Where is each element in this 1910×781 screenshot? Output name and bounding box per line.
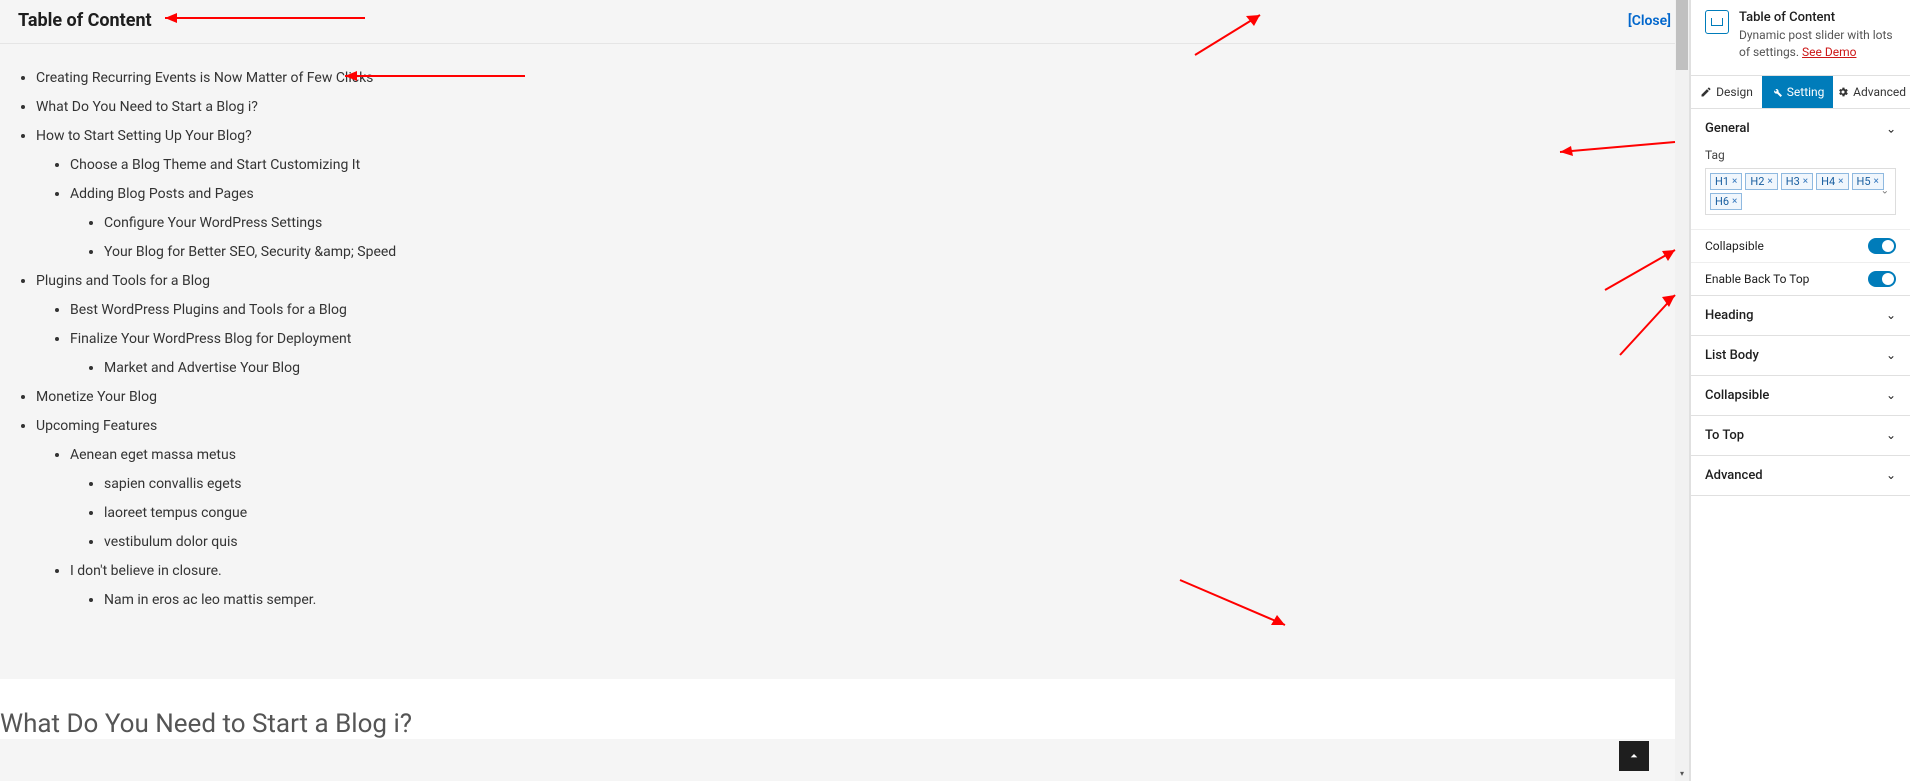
chevron-down-icon: ⌄ — [1886, 308, 1896, 322]
toc-item[interactable]: Best WordPress Plugins and Tools for a B… — [70, 300, 1681, 321]
toc-item[interactable]: Upcoming Features Aenean eget massa metu… — [36, 416, 1681, 611]
toc-list: Creating Recurring Events is Now Matter … — [0, 44, 1689, 639]
backtotop-label: Enable Back To Top — [1705, 272, 1809, 286]
toc-close-button[interactable]: [Close] — [1628, 13, 1671, 29]
panel-totop-toggle[interactable]: To Top⌄ — [1691, 416, 1910, 455]
toc-item[interactable]: sapien convallis egets — [104, 474, 1681, 495]
toc-item[interactable]: laoreet tempus congue — [104, 503, 1681, 524]
toc-item[interactable]: Configure Your WordPress Settings — [104, 213, 1681, 234]
inspector-sidebar: Table of Content Dynamic post slider wit… — [1690, 0, 1910, 781]
post-heading: What Do You Need to Start a Blog i? — [0, 679, 1689, 739]
toc-item[interactable]: I don't believe in closure. Nam in eros … — [70, 561, 1681, 611]
toc-item[interactable]: Adding Blog Posts and Pages Configure Yo… — [70, 184, 1681, 263]
gear-icon — [1837, 86, 1849, 98]
toc-item[interactable]: Plugins and Tools for a Blog Best WordPr… — [36, 271, 1681, 379]
chevron-down-icon: ⌄ — [1886, 348, 1896, 362]
toc-header: Table of Content [Close] — [0, 0, 1689, 44]
toc-item[interactable]: vestibulum dolor quis — [104, 532, 1681, 553]
chevron-down-icon: ⌄ — [1886, 428, 1896, 442]
toc-item[interactable]: Finalize Your WordPress Blog for Deploym… — [70, 329, 1681, 379]
tag-remove[interactable]: × — [1838, 176, 1843, 187]
tag-remove[interactable]: × — [1767, 176, 1772, 187]
tag-remove[interactable]: × — [1732, 196, 1737, 207]
chevron-down-icon: ⌄ — [1881, 186, 1889, 197]
toc-item[interactable]: Aenean eget massa metus sapien convallis… — [70, 445, 1681, 553]
toc-item[interactable]: Choose a Blog Theme and Start Customizin… — [70, 155, 1681, 176]
chevron-down-icon: ⌄ — [1886, 388, 1896, 402]
editor-canvas: Table of Content [Close] Creating Recurr… — [0, 0, 1690, 781]
tag-chip: H1× — [1710, 173, 1742, 190]
scrollbar-thumb[interactable] — [1676, 0, 1688, 70]
tab-setting[interactable]: Setting — [1762, 76, 1833, 108]
toc-item[interactable]: Your Blog for Better SEO, Security &amp;… — [104, 242, 1681, 263]
panel-advanced-toggle[interactable]: Advanced⌄ — [1691, 456, 1910, 495]
inspector-tabs: Design Setting Advanced — [1691, 75, 1910, 109]
toc-item[interactable]: Market and Advertise Your Blog — [104, 358, 1681, 379]
block-description: Dynamic post slider with lots of setting… — [1739, 27, 1896, 61]
collapsible-label: Collapsible — [1705, 239, 1764, 253]
panel-heading-toggle[interactable]: Heading⌄ — [1691, 296, 1910, 335]
toc-item[interactable]: How to Start Setting Up Your Blog? Choos… — [36, 126, 1681, 263]
chevron-down-icon: ⌄ — [1886, 468, 1896, 482]
panel-general-toggle[interactable]: General ⌃ — [1691, 109, 1910, 148]
toc-item[interactable]: Nam in eros ac leo mattis semper. — [104, 590, 1681, 611]
tag-chip: H4× — [1816, 173, 1848, 190]
panel-general: General ⌃ Tag H1× H2× H3× H4× H5× H6× ⌄ … — [1691, 109, 1910, 296]
tag-chip: H6× — [1710, 193, 1742, 210]
block-name: Table of Content — [1739, 10, 1896, 25]
tag-chip: H5× — [1852, 173, 1884, 190]
toc-item[interactable]: What Do You Need to Start a Blog i? — [36, 97, 1681, 118]
tag-field-label: Tag — [1705, 148, 1896, 162]
toc-block-icon — [1705, 10, 1729, 34]
tag-chip: H3× — [1781, 173, 1813, 190]
block-info: Table of Content Dynamic post slider wit… — [1691, 0, 1910, 75]
see-demo-link[interactable]: See Demo — [1802, 45, 1856, 59]
wrench-icon — [1771, 86, 1783, 98]
panel-listbody-toggle[interactable]: List Body⌄ — [1691, 336, 1910, 375]
tag-remove[interactable]: × — [1874, 176, 1879, 187]
toc-item[interactable]: Creating Recurring Events is Now Matter … — [36, 68, 1681, 89]
backtotop-toggle-row: Enable Back To Top — [1691, 262, 1910, 295]
tag-remove[interactable]: × — [1803, 176, 1808, 187]
collapsible-toggle-row: Collapsible — [1691, 229, 1910, 262]
editor-scrollbar[interactable]: ▾ — [1675, 0, 1689, 781]
tag-remove[interactable]: × — [1732, 176, 1737, 187]
chevron-up-icon — [1626, 748, 1642, 764]
scrollbar-down-arrow[interactable]: ▾ — [1675, 765, 1689, 781]
backtotop-toggle[interactable] — [1868, 271, 1896, 287]
chevron-up-icon: ⌃ — [1886, 121, 1896, 135]
collapsible-toggle[interactable] — [1868, 238, 1896, 254]
tab-advanced[interactable]: Advanced — [1833, 76, 1910, 108]
tag-select[interactable]: H1× H2× H3× H4× H5× H6× ⌄ — [1705, 168, 1896, 215]
toc-title: Table of Content — [18, 10, 152, 31]
tag-chip: H2× — [1745, 173, 1777, 190]
back-to-top-button[interactable] — [1619, 741, 1649, 771]
panel-collapsible-toggle[interactable]: Collapsible⌄ — [1691, 376, 1910, 415]
pen-icon — [1700, 86, 1712, 98]
tab-design[interactable]: Design — [1691, 76, 1762, 108]
toc-item[interactable]: Monetize Your Blog — [36, 387, 1681, 408]
